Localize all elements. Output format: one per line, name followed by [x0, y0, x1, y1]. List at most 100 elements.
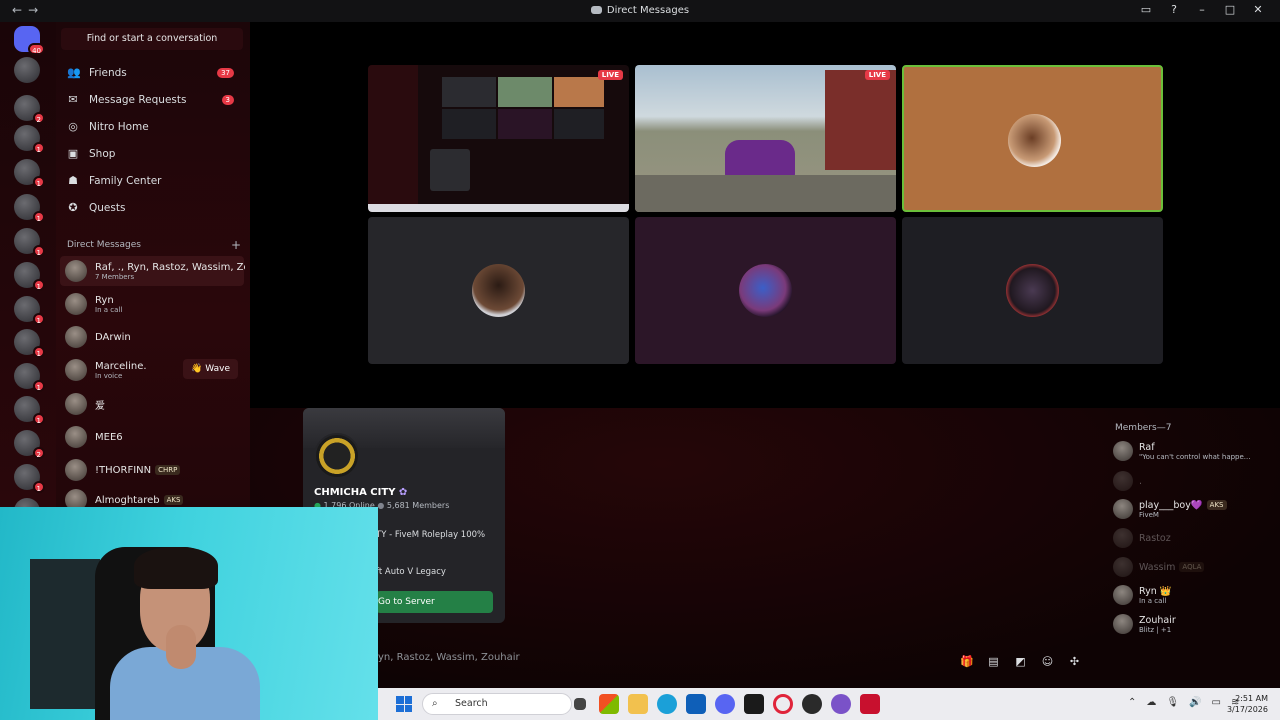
live-badge: LIVE — [864, 70, 890, 80]
gif-icon[interactable]: ▤ — [987, 655, 1000, 668]
dm-item[interactable]: Raf, ., Ryn, Rastoz, Wassim, Zo... 7 Memb… — [60, 256, 245, 286]
mention-badge: 1 — [32, 346, 45, 358]
server-icon[interactable] — [14, 57, 40, 83]
server-icon[interactable]: 1 — [14, 228, 45, 257]
go-to-server-button[interactable]: Go to Server — [376, 591, 493, 613]
help-icon[interactable]: ? — [1160, 3, 1188, 16]
stream-tile-screen[interactable]: LIVE — [368, 65, 629, 212]
speaker-tile-active[interactable] — [902, 65, 1163, 212]
window-title-text: Direct Messages — [606, 5, 690, 16]
dm-item[interactable]: 爱 — [60, 389, 244, 419]
dm-item[interactable]: Marceline. In voice 👋 Wave — [60, 355, 244, 385]
dm-item[interactable]: MEE6 — [60, 422, 244, 452]
mention-badge: 1 — [32, 279, 45, 291]
member-count: 5,681 Members — [386, 501, 450, 510]
nav-icon: ✉ — [68, 93, 78, 106]
server-icon[interactable]: 2 — [14, 430, 45, 459]
server-icon[interactable]: 1 — [14, 296, 45, 325]
taskbar-search[interactable]: ⌕ Search — [422, 693, 572, 715]
member-item[interactable]: Zouhair Blitz | +1 — [1113, 611, 1278, 637]
stream-tile-game[interactable]: LIVE — [635, 65, 896, 212]
member-item[interactable]: Ryn 👑 In a call — [1113, 582, 1278, 608]
dm-item[interactable]: !THORFINN CHRP — [60, 455, 244, 485]
mention-badge: 1 — [32, 413, 45, 425]
member-item[interactable]: Wassim AQLA — [1113, 554, 1278, 580]
server-icon[interactable]: 1 — [14, 125, 45, 154]
chevron-up-icon[interactable]: ⌃ — [1128, 697, 1136, 708]
volume-icon[interactable]: 🔊 — [1189, 697, 1201, 708]
server-icon[interactable]: 1 — [14, 363, 45, 392]
participant-tile[interactable] — [368, 217, 629, 364]
mention-badge: 1 — [32, 313, 45, 325]
nav-item-friends[interactable]: 👥 Friends 37 — [64, 61, 242, 85]
maximize-icon[interactable]: □ — [1216, 3, 1244, 16]
start-button[interactable] — [396, 696, 412, 712]
close-icon[interactable]: ✕ — [1244, 3, 1272, 16]
edge-icon[interactable] — [657, 694, 677, 714]
count-badge: 37 — [217, 68, 234, 78]
webcam-overlay — [0, 507, 378, 720]
task-view-icon[interactable] — [574, 698, 586, 710]
avatar — [65, 326, 87, 348]
dm-name: !THORFINN — [95, 464, 152, 476]
apps-icon[interactable]: ✣ — [1068, 655, 1081, 668]
member-name: . — [1139, 475, 1143, 487]
file-explorer-icon[interactable] — [628, 694, 648, 714]
creative-app-icon[interactable] — [860, 694, 880, 714]
participant-avatar — [1008, 114, 1061, 167]
emoji-icon[interactable]: ☺ — [1041, 655, 1054, 668]
member-item[interactable]: Raf "You can't control what happe... — [1113, 438, 1278, 464]
battery-icon[interactable]: ▭ — [1212, 697, 1221, 708]
add-dm-icon[interactable]: + — [231, 238, 241, 252]
ms-store-icon[interactable] — [686, 694, 706, 714]
server-icon[interactable]: 1 — [14, 194, 45, 223]
find-conversation-button[interactable]: Find or start a conversation — [61, 28, 243, 50]
opera-icon[interactable] — [773, 694, 793, 714]
dm-sidebar: Find or start a conversation 👥 Friends 37 ✉… — [56, 22, 250, 512]
server-icon[interactable]: 1 — [14, 396, 45, 425]
server-icon[interactable]: 2 — [14, 95, 45, 124]
server-icon[interactable]: 1 — [14, 329, 45, 358]
taskbar-clock[interactable]: 2:51 AM 3/17/2026 — [1227, 693, 1268, 715]
nav-label: Friends — [89, 67, 127, 79]
title-bar: ←→ Direct Messages ▭ ? – □ ✕ — [0, 0, 1280, 22]
wave-button[interactable]: 👋 Wave — [183, 359, 238, 379]
dm-name: MEE6 — [95, 431, 123, 443]
sticker-icon[interactable]: ◩ — [1014, 655, 1027, 668]
participant-tile[interactable] — [902, 217, 1163, 364]
chat-toolbar: 🎁 ▤ ◩ ☺ ✣ — [960, 655, 1081, 668]
dm-status: In a call — [95, 305, 123, 314]
member-item[interactable]: . — [1113, 468, 1278, 494]
gift-icon[interactable]: 🎁 — [960, 655, 974, 668]
server-icon[interactable]: 1 — [14, 159, 45, 188]
server-icon[interactable]: 1 — [14, 464, 45, 493]
count-badge: 3 — [221, 95, 234, 105]
message-input[interactable]: yn, Rastoz, Wassim, Zouhair — [378, 652, 898, 672]
nav-item-nitro-home[interactable]: ◎ Nitro Home — [64, 115, 242, 139]
minimize-icon[interactable]: – — [1188, 3, 1216, 16]
store-icon[interactable] — [599, 694, 619, 714]
dm-item[interactable]: DArwin — [60, 322, 244, 352]
nav-item-family-center[interactable]: ☗ Family Center — [64, 169, 242, 193]
member-item[interactable]: play___boy💜 AKS FiveM — [1113, 496, 1278, 522]
mic-icon[interactable]: 🎙 — [1166, 697, 1179, 708]
app-icon[interactable] — [831, 694, 851, 714]
discord-home-icon[interactable]: 40 — [14, 26, 45, 55]
network-icon[interactable]: ☁ — [1146, 697, 1156, 708]
server-icon[interactable]: 1 — [14, 262, 45, 291]
person-hand — [166, 625, 196, 669]
obs-icon[interactable] — [802, 694, 822, 714]
discord-taskbar-icon[interactable] — [715, 694, 735, 714]
dm-item[interactable]: Ryn In a call — [60, 289, 244, 319]
nav-item-message-requests[interactable]: ✉ Message Requests 3 — [64, 88, 242, 112]
inbox-icon[interactable]: ▭ — [1132, 3, 1160, 16]
member-item[interactable]: Rastoz — [1113, 525, 1278, 551]
terminal-icon[interactable] — [744, 694, 764, 714]
nav-item-shop[interactable]: ▣ Shop — [64, 142, 242, 166]
participant-tile[interactable] — [635, 217, 896, 364]
avatar — [65, 260, 87, 282]
member-status: In a call — [1139, 596, 1167, 605]
nav-icon: 👥 — [67, 66, 81, 79]
nav-item-quests[interactable]: ✪ Quests — [64, 196, 242, 220]
clock-date: 3/17/2026 — [1226, 705, 1268, 714]
